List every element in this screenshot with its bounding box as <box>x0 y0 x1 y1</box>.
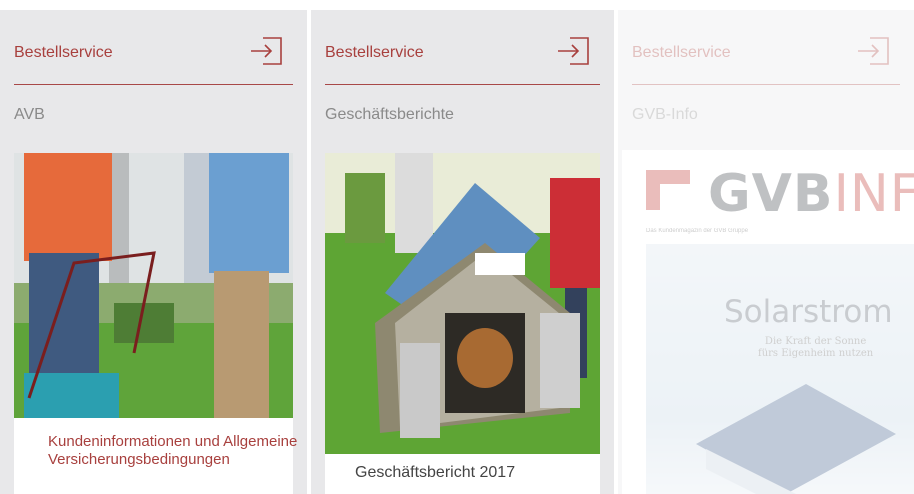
bestellservice-label[interactable]: Bestellservice <box>14 44 113 62</box>
caption-line-1: Geschäftsbericht 2017 <box>355 464 516 481</box>
bestellservice-label[interactable]: Bestellservice <box>632 44 731 62</box>
magazine-cover-image: Solarstrom Die Kraft der Sonne fürs Eige… <box>646 244 914 494</box>
cover-title: Solarstrom <box>724 294 893 330</box>
login-arrow-icon[interactable] <box>556 36 590 66</box>
magazine-strapline: Das Kundenmagazin der GVB Gruppe <box>646 228 749 234</box>
order-service-page: Bestellservice AVB Kundeninformationen u… <box>0 0 914 494</box>
annual-report-photo[interactable] <box>325 153 600 454</box>
card-caption[interactable]: Kundeninformationen und Allgemeine Versi… <box>14 418 298 494</box>
gvb-logo: GVBINF <box>708 164 914 224</box>
solar-house-illustration <box>696 384 896 494</box>
gvb-info-magazine-cover[interactable]: GVBINF Das Kundenmagazin der GVB Gruppe … <box>622 150 914 494</box>
card-caption[interactable]: Geschäftsbericht 2017 <box>325 454 600 494</box>
card-header[interactable]: Bestellservice <box>325 30 600 85</box>
card-geschaeftsberichte[interactable]: Bestellservice Geschäftsberichte Geschäf… <box>311 10 614 494</box>
avb-photo[interactable] <box>14 153 293 418</box>
card-subtitle: GVB-Info <box>632 106 698 123</box>
cover-tagline: Die Kraft der Sonne fürs Eigenheim nutze… <box>758 336 874 359</box>
card-header[interactable]: Bestellservice <box>14 30 293 85</box>
card-subtitle: Geschäftsberichte <box>325 106 454 123</box>
caption-line-1: Kundeninformationen und Allgemeine <box>48 433 298 450</box>
login-arrow-icon[interactable] <box>856 36 890 66</box>
card-header[interactable]: Bestellservice <box>632 30 900 85</box>
gvb-logo-mark <box>646 170 690 210</box>
bestellservice-label[interactable]: Bestellservice <box>325 44 424 62</box>
card-gvb-info[interactable]: Bestellservice GVB-Info GVBINF Das Kunde… <box>618 10 914 494</box>
login-arrow-icon[interactable] <box>249 36 283 66</box>
caption-line-2: Versicherungsbedingungen <box>48 451 230 468</box>
card-subtitle: AVB <box>14 106 45 123</box>
card-avb[interactable]: Bestellservice AVB Kundeninformationen u… <box>0 10 307 494</box>
